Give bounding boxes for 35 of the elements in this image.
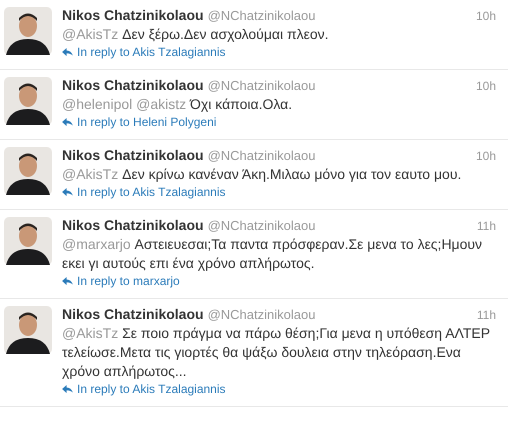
tweet-text: @marxarjo Αστειευεσαι;Τα παντα πρόσφεραν.Σε μενα το λες;Ημουν εκει γι αυτούς επι ένα χρόνο απλήρωτος. [62,235,484,273]
user-handle[interactable]: @NChatzinikolaou [208,78,316,93]
avatar[interactable] [4,217,52,265]
user-name[interactable]: Nikos Chatzinikolaou [62,306,204,322]
timestamp[interactable]: 10h [476,79,496,93]
timestamp[interactable]: 10h [476,149,496,163]
avatar[interactable] [4,147,52,195]
timestamp[interactable]: 10h [476,9,496,23]
avatar[interactable] [4,306,52,354]
tweet-text: @AkisTz Δεν κρίνω κανέναν Άκη.Μιλαω μόνο για τον εαυτο μου. [62,165,462,184]
in-reply-link[interactable]: In reply to Heleni Polygeni [77,115,216,129]
user-name[interactable]: Nikos Chatzinikolaou [62,217,204,233]
reply-arrow-icon [62,276,73,286]
user-name[interactable]: Nikos Chatzinikolaou [62,77,204,93]
reply-arrow-icon [62,384,73,394]
user-handle[interactable]: @NChatzinikolaou [208,307,316,322]
user-name[interactable]: Nikos Chatzinikolaou [62,147,204,163]
user-handle[interactable]: @NChatzinikolaou [208,218,316,233]
in-reply-link[interactable]: In reply to Akis Tzalagiannis [77,185,226,199]
timestamp[interactable]: 11h [476,219,496,233]
user-name[interactable]: Nikos Chatzinikolaou [62,7,204,23]
user-handle[interactable]: @NChatzinikolaou [208,8,316,23]
user-handle[interactable]: @NChatzinikolaou [208,148,316,163]
in-reply-link[interactable]: In reply to marxarjo [77,274,180,288]
avatar[interactable] [4,77,52,125]
avatar[interactable] [4,7,52,55]
reply-arrow-icon [62,48,73,56]
in-reply-link[interactable]: In reply to Akis Tzalagiannis [77,382,226,396]
reply-arrow-icon [62,118,73,126]
timestamp[interactable]: 11h [476,308,496,322]
tweet-text: @AkisTz Δεν ξέρω.Δεν ασχολούμαι πλεον. [62,25,330,44]
tweet-text: @helenipol @akistz Όχι κάποια.Ολα. [62,95,294,114]
reply-arrow-icon [62,188,73,196]
in-reply-link[interactable]: In reply to Akis Tzalagiannis [77,45,226,59]
tweet-text: @AkisTz Σε ποιο πράγμα να πάρω θέση;Για μενα η υπόθεση ΑΛΤΕΡ τελείωσε.Μετα τις γιορτές θα ψάξω δουλεια στην τηλεόραση.Ενα χρόνο απλήρωτος... [62,324,491,381]
